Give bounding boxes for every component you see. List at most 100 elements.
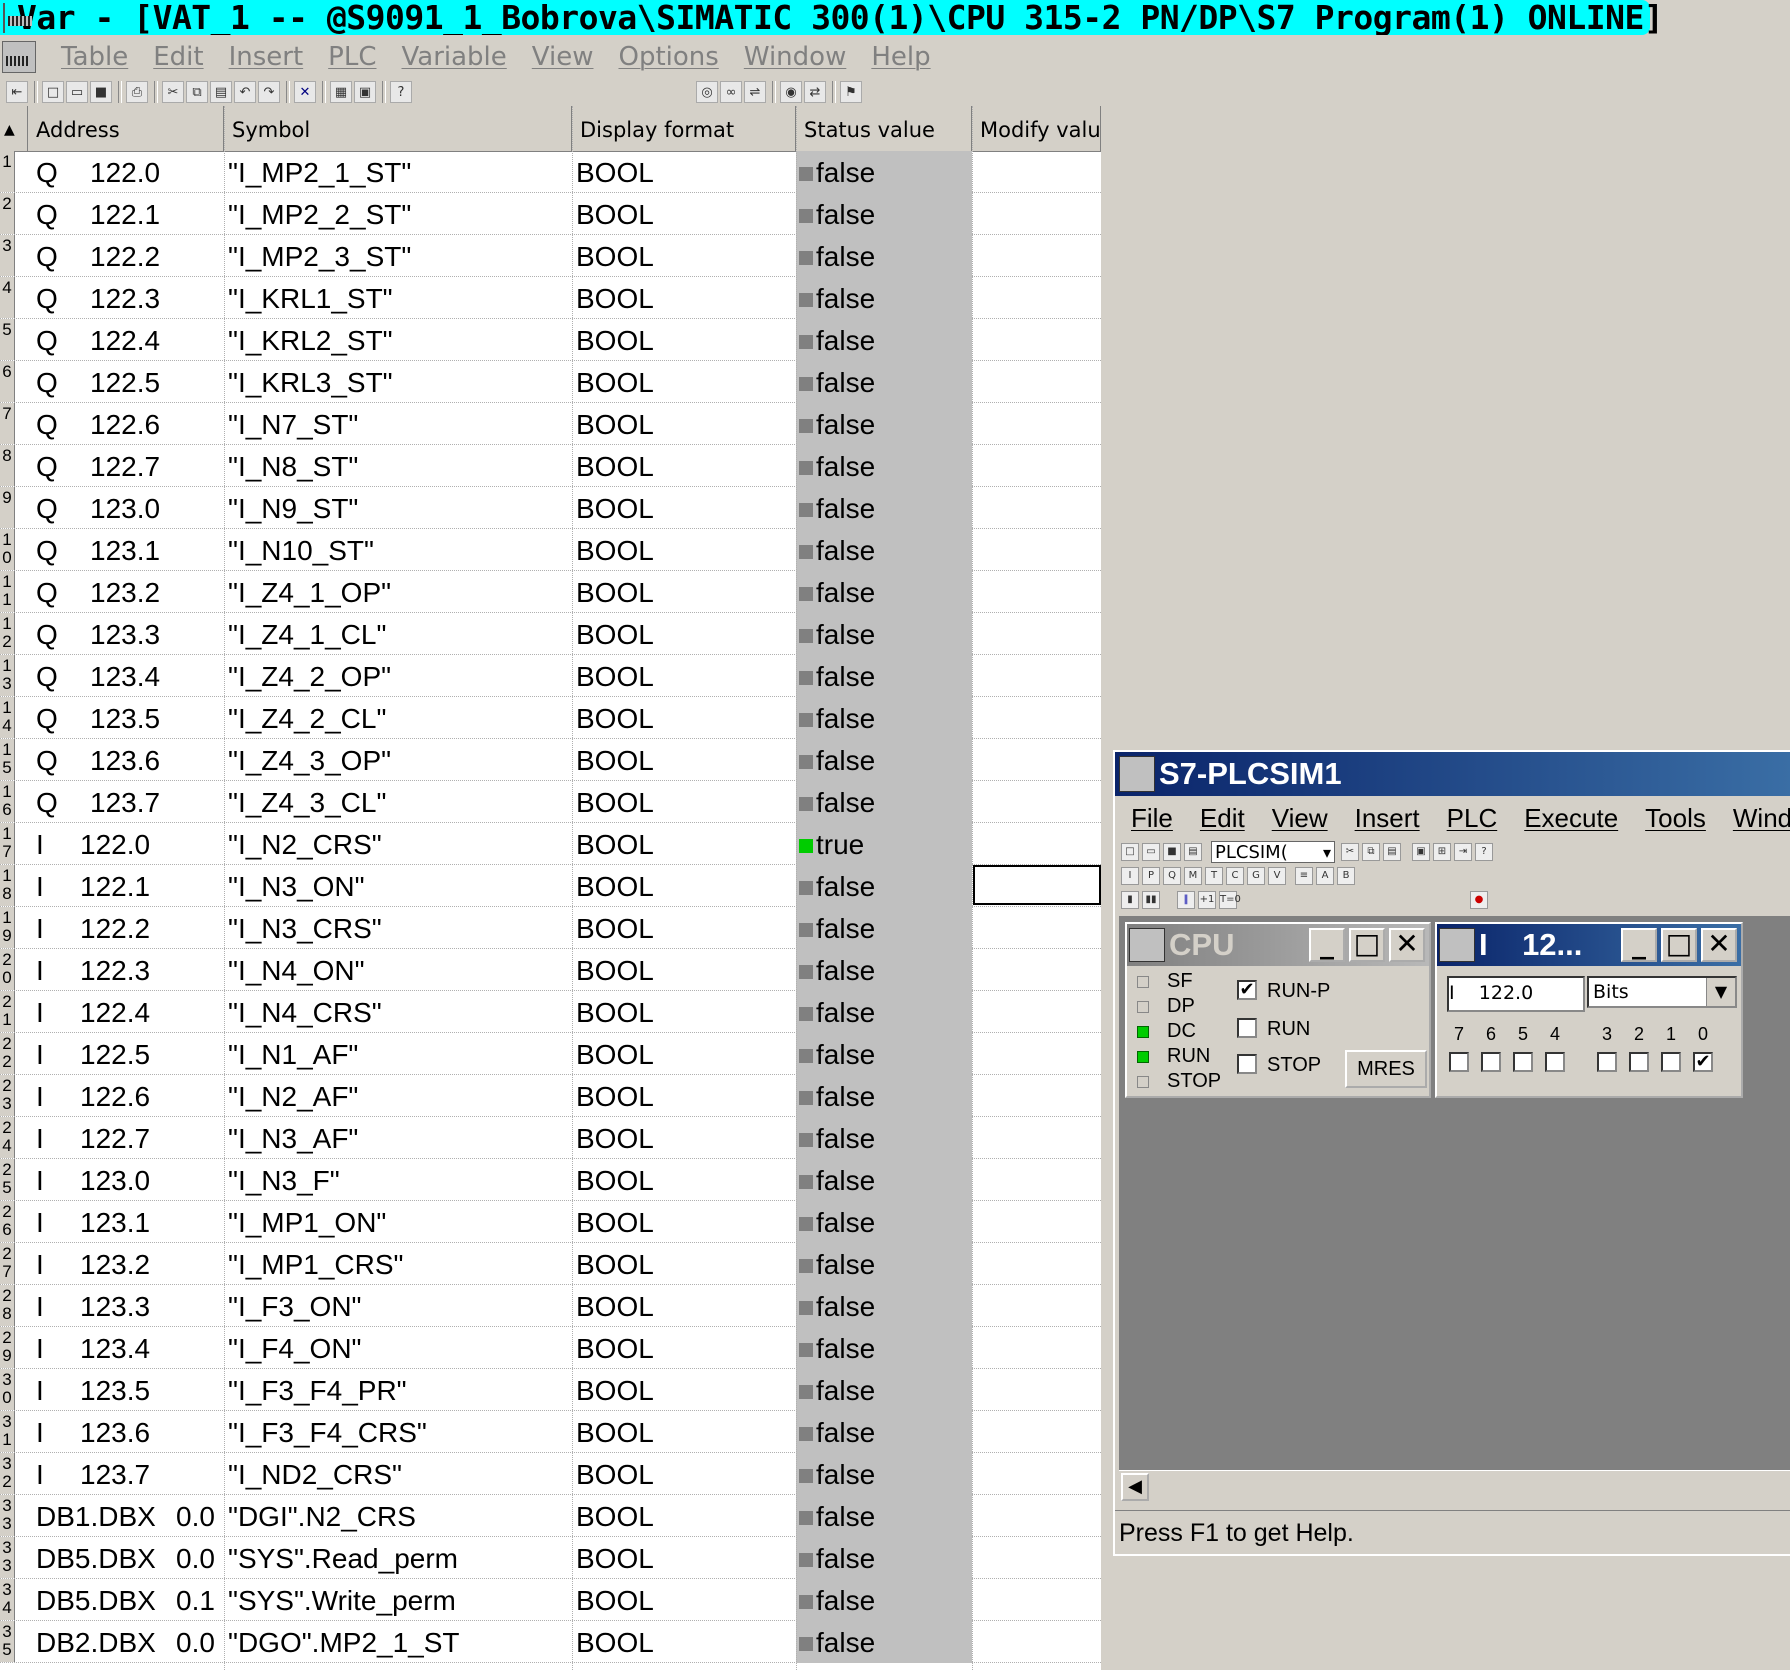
next-scan-icon[interactable]: +1 (1198, 891, 1216, 909)
run-checkbox[interactable] (1237, 1018, 1257, 1038)
format-cell[interactable]: BOOL (576, 319, 654, 360)
row-number[interactable]: 5 (0, 319, 15, 360)
address-value[interactable]: 123.2 (90, 571, 160, 612)
format-cell[interactable]: BOOL (576, 1411, 654, 1452)
menu-window[interactable]: Window (744, 42, 847, 72)
table-row[interactable]: 20 I 122.3 "I_N4_ON" BOOL false (0, 949, 1101, 991)
modify-value-cell[interactable] (973, 1369, 1101, 1410)
symbol-cell[interactable]: "I_N2_CRS" (228, 823, 382, 864)
row-number[interactable]: 25 (0, 1159, 15, 1200)
open-icon[interactable]: ▭ (1142, 843, 1160, 861)
table-row[interactable]: 19 I 122.2 "I_N3_CRS" BOOL false (0, 907, 1101, 949)
symbol-cell[interactable]: "I_Z4_1_OP" (228, 571, 391, 612)
format-cell[interactable]: BOOL (576, 991, 654, 1032)
minimize-button[interactable]: _ (1309, 928, 1345, 962)
row-number[interactable]: 28 (0, 1285, 15, 1326)
table-row[interactable]: 34 DB5.DBX 0.1 "SYS".Write_perm BOOL false (0, 1579, 1101, 1621)
format-cell[interactable]: BOOL (576, 865, 654, 906)
modify-value-cell[interactable] (973, 277, 1101, 318)
table-row[interactable]: 30 I 123.5 "I_F3_F4_PR" BOOL false (0, 1369, 1101, 1411)
modify-icon[interactable]: ∞ (720, 81, 742, 103)
modify-value-cell[interactable] (973, 1621, 1101, 1662)
table-row[interactable]: 33 DB5.DBX 0.0 "SYS".Read_perm BOOL false (0, 1537, 1101, 1579)
modify-value-cell[interactable] (973, 193, 1101, 234)
paste-icon[interactable]: ▤ (210, 81, 232, 103)
modify-value-cell[interactable] (973, 361, 1101, 402)
modify-value-cell[interactable] (973, 1075, 1101, 1116)
format-cell[interactable]: BOOL (576, 1495, 654, 1536)
modify-value-cell[interactable] (973, 487, 1101, 528)
modify-value-cell[interactable] (973, 1453, 1101, 1494)
symbol-cell[interactable]: "I_F3_F4_CRS" (228, 1411, 427, 1452)
address-value[interactable]: 122.5 (90, 361, 160, 402)
modify-value-cell[interactable] (973, 1285, 1101, 1326)
row-number[interactable]: 30 (0, 1369, 15, 1410)
address-value[interactable]: 123.6 (80, 1411, 150, 1452)
symbol-cell[interactable]: "I_N8_ST" (228, 445, 358, 486)
symbol-cell[interactable]: "I_N3_F" (228, 1159, 340, 1200)
symbol-cell[interactable]: "I_Z4_2_CL" (228, 697, 386, 738)
address-value[interactable]: 123.3 (90, 613, 160, 654)
address-area[interactable]: Q (36, 571, 58, 612)
open-icon[interactable]: ▭ (66, 81, 88, 103)
address-area[interactable]: Q (36, 403, 58, 444)
menu-table[interactable]: Table (61, 42, 128, 72)
symbol-cell[interactable]: "DGO".MP2_1_ST (228, 1621, 460, 1662)
trigger-icon[interactable]: ⇌ (744, 81, 766, 103)
symbol-cell[interactable]: "I_N2_AF" (228, 1075, 358, 1116)
modify-once-icon[interactable]: ⇄ (804, 81, 826, 103)
symbol-cell[interactable]: "I_ND2_CRS" (228, 1453, 402, 1494)
modify-value-cell[interactable] (973, 1579, 1101, 1620)
stop-checkbox[interactable] (1237, 1054, 1257, 1074)
address-value[interactable]: 122.0 (80, 823, 150, 864)
bit-checkbox[interactable] (1449, 1052, 1469, 1072)
table-row[interactable]: 14 Q 123.5 "I_Z4_2_CL" BOOL false (0, 697, 1101, 739)
table-row[interactable]: 29 I 123.4 "I_F4_ON" BOOL false (0, 1327, 1101, 1369)
insert-peripheral-input-icon[interactable]: P (1142, 867, 1160, 885)
row-number[interactable]: 34 (0, 1579, 15, 1620)
row-number[interactable]: 7 (0, 403, 15, 444)
row-number[interactable]: 27 (0, 1243, 15, 1284)
address-area[interactable]: Q (36, 697, 58, 738)
paste-icon[interactable]: ▤ (1383, 843, 1401, 861)
plcsim-menu-view[interactable]: View (1272, 803, 1328, 834)
row-number[interactable]: 17 (0, 823, 15, 864)
table-row[interactable]: 1 Q 122.0 "I_MP2_1_ST" BOOL false (0, 151, 1101, 193)
address-area[interactable]: Q (36, 487, 58, 528)
row-number[interactable]: 18 (0, 865, 15, 906)
row-number[interactable]: 32 (0, 1453, 15, 1494)
modify-value-cell[interactable] (973, 1201, 1101, 1242)
address-area[interactable]: Q (36, 361, 58, 402)
row-number[interactable]: 35 (0, 1621, 15, 1662)
table-row[interactable]: 27 I 123.2 "I_MP1_CRS" BOOL false (0, 1243, 1101, 1285)
table-row[interactable]: 33 DB1.DBX 0.0 "DGI".N2_CRS BOOL false (0, 1495, 1101, 1537)
row-number[interactable]: 22 (0, 1033, 15, 1074)
plcsim-menu-file[interactable]: File (1131, 803, 1173, 834)
symbol-cell[interactable]: "I_KRL3_ST" (228, 361, 393, 402)
modify-value-cell[interactable] (973, 529, 1101, 570)
new-icon[interactable]: □ (1121, 843, 1139, 861)
modify-value-cell[interactable] (973, 907, 1101, 948)
address-value[interactable]: 122.1 (80, 865, 150, 906)
bit-checkbox[interactable]: ✔ (1693, 1052, 1713, 1072)
symbol-cell[interactable]: "I_N4_ON" (228, 949, 365, 990)
bit-checkbox[interactable] (1545, 1052, 1565, 1072)
table-row[interactable]: 23 I 122.6 "I_N2_AF" BOOL false (0, 1075, 1101, 1117)
modify-value-cell[interactable] (973, 1411, 1101, 1452)
row-number[interactable]: 15 (0, 739, 15, 780)
address-value[interactable]: 122.1 (90, 193, 160, 234)
format-cell[interactable]: BOOL (576, 1243, 654, 1284)
insert-generic-icon[interactable]: G (1247, 867, 1265, 885)
row-number[interactable]: 19 (0, 907, 15, 948)
sort-icon[interactable]: ▲ (0, 106, 28, 151)
scroll-left-icon[interactable]: ◀ (1121, 1473, 1149, 1501)
table-row[interactable]: 28 I 123.3 "I_F3_ON" BOOL false (0, 1285, 1101, 1327)
address-area[interactable]: I (36, 1285, 44, 1326)
table-row[interactable]: 5 Q 122.4 "I_KRL2_ST" BOOL false (0, 319, 1101, 361)
modify-value-cell[interactable] (973, 1159, 1101, 1200)
plcsim-menu-execute[interactable]: Execute (1524, 803, 1618, 834)
format-cell[interactable]: BOOL (576, 193, 654, 234)
scan-continuous-icon[interactable]: ▮▮ (1142, 891, 1160, 909)
bit-checkbox[interactable] (1661, 1052, 1681, 1072)
address-area[interactable]: Q (36, 529, 58, 570)
